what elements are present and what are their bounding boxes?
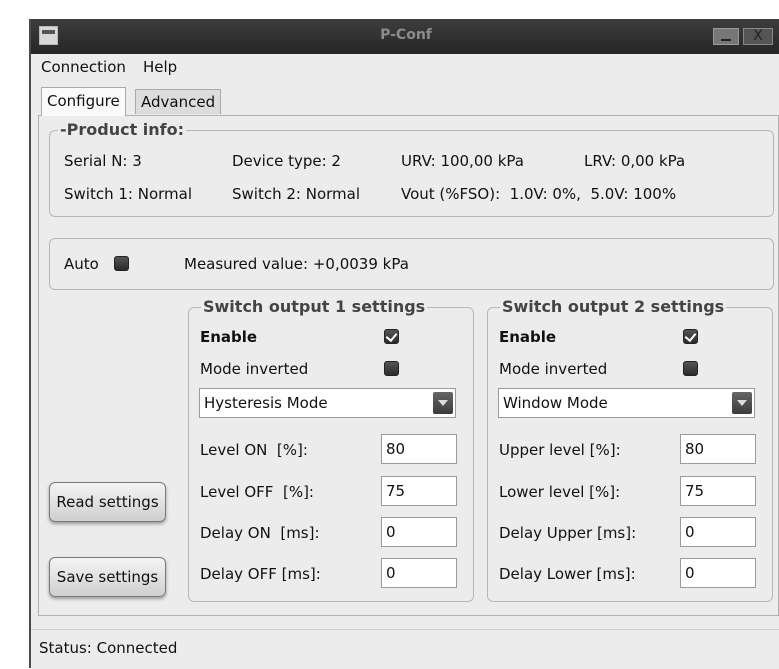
chevron-down-icon[interactable] (732, 392, 752, 414)
switch2-upper-level-input[interactable] (680, 434, 756, 464)
switch2-enable-label: Enable (499, 328, 557, 346)
switch1-level-off-input[interactable] (381, 476, 457, 506)
switch2-inverted-label: Mode inverted (499, 360, 608, 378)
switch2-inverted-checkbox[interactable] (683, 361, 698, 376)
close-button[interactable]: X (743, 28, 773, 45)
switch1-delay-on-label: Delay ON [ms]: (200, 524, 320, 542)
switch2-enable-checkbox[interactable] (683, 329, 698, 344)
switch2-upper-level-label: Upper level [%]: (499, 441, 621, 459)
switch1-mode-value: Hysteresis Mode (204, 394, 328, 412)
serial-number: Serial N: 3 (64, 152, 142, 170)
tab-advanced[interactable]: Advanced (135, 89, 222, 114)
switch1-delay-off-input[interactable] (381, 558, 457, 588)
switch2-mode-select[interactable]: Window Mode (498, 388, 755, 418)
switch1-level-on-label: Level ON [%]: (200, 441, 308, 459)
measured-value: Measured value: +0,0039 kPa (184, 255, 409, 273)
switch1-mode-select[interactable]: Hysteresis Mode (199, 388, 456, 418)
auto-checkbox[interactable] (114, 256, 129, 271)
switch2-delay-upper-label: Delay Upper [ms]: (499, 524, 637, 542)
auto-label: Auto (64, 255, 99, 273)
tab-configure[interactable]: Configure (41, 87, 126, 116)
minimize-button[interactable] (713, 28, 739, 45)
switch2-lower-level-input[interactable] (680, 476, 756, 506)
vout-value: Vout (%FSO): 1.0V: 0%, 5.0V: 100% (401, 185, 677, 203)
save-settings-button[interactable]: Save settings (49, 557, 166, 597)
switch2-delay-lower-label: Delay Lower [ms]: (499, 565, 636, 583)
switch2-group: Switch output 2 settings Enable Mode inv… (487, 297, 773, 602)
switch1-delay-off-label: Delay OFF [ms]: (200, 565, 321, 583)
switch1-delay-on-input[interactable] (381, 517, 457, 547)
menu-bar: Connection Help (31, 54, 779, 80)
switch1-title: Switch output 1 settings (201, 297, 428, 316)
urv-value: URV: 100,00 kPa (401, 152, 524, 170)
read-settings-button[interactable]: Read settings (49, 482, 166, 522)
switch1-enable-label: Enable (200, 328, 258, 346)
switch1-level-off-label: Level OFF [%]: (200, 483, 314, 501)
switch2-title: Switch output 2 settings (500, 297, 727, 316)
status-bar: Status: Connected (31, 629, 779, 669)
switch2-mode-value: Window Mode (503, 394, 608, 412)
switch1-status: Switch 1: Normal (64, 185, 192, 203)
switch1-inverted-label: Mode inverted (200, 360, 309, 378)
menu-help[interactable]: Help (143, 58, 177, 76)
switch1-inverted-checkbox[interactable] (384, 361, 399, 376)
switch2-delay-lower-input[interactable] (680, 558, 756, 588)
measure-group: Auto Measured value: +0,0039 kPa (49, 238, 774, 290)
switch2-delay-upper-input[interactable] (680, 517, 756, 547)
window-title: P-Conf (380, 27, 432, 43)
device-type: Device type: 2 (232, 152, 341, 170)
chevron-down-icon[interactable] (433, 392, 453, 414)
status-text: Status: Connected (39, 639, 178, 657)
switch1-enable-checkbox[interactable] (384, 329, 399, 344)
switch1-level-on-input[interactable] (381, 434, 457, 464)
app-window: P-Conf X Connection Help Configure Advan… (29, 19, 779, 669)
switch2-lower-level-label: Lower level [%]: (499, 483, 621, 501)
product-info-title: -Product info: (58, 120, 187, 139)
product-info-group: -Product info: Serial N: 3 Device type: … (49, 120, 774, 217)
lrv-value: LRV: 0,00 kPa (584, 152, 686, 170)
title-bar[interactable]: P-Conf X (31, 19, 779, 54)
menu-connection[interactable]: Connection (41, 58, 126, 76)
switch1-group: Switch output 1 settings Enable Mode inv… (188, 297, 474, 602)
switch2-status: Switch 2: Normal (232, 185, 360, 203)
configure-panel: -Product info: Serial N: 3 Device type: … (38, 115, 779, 616)
